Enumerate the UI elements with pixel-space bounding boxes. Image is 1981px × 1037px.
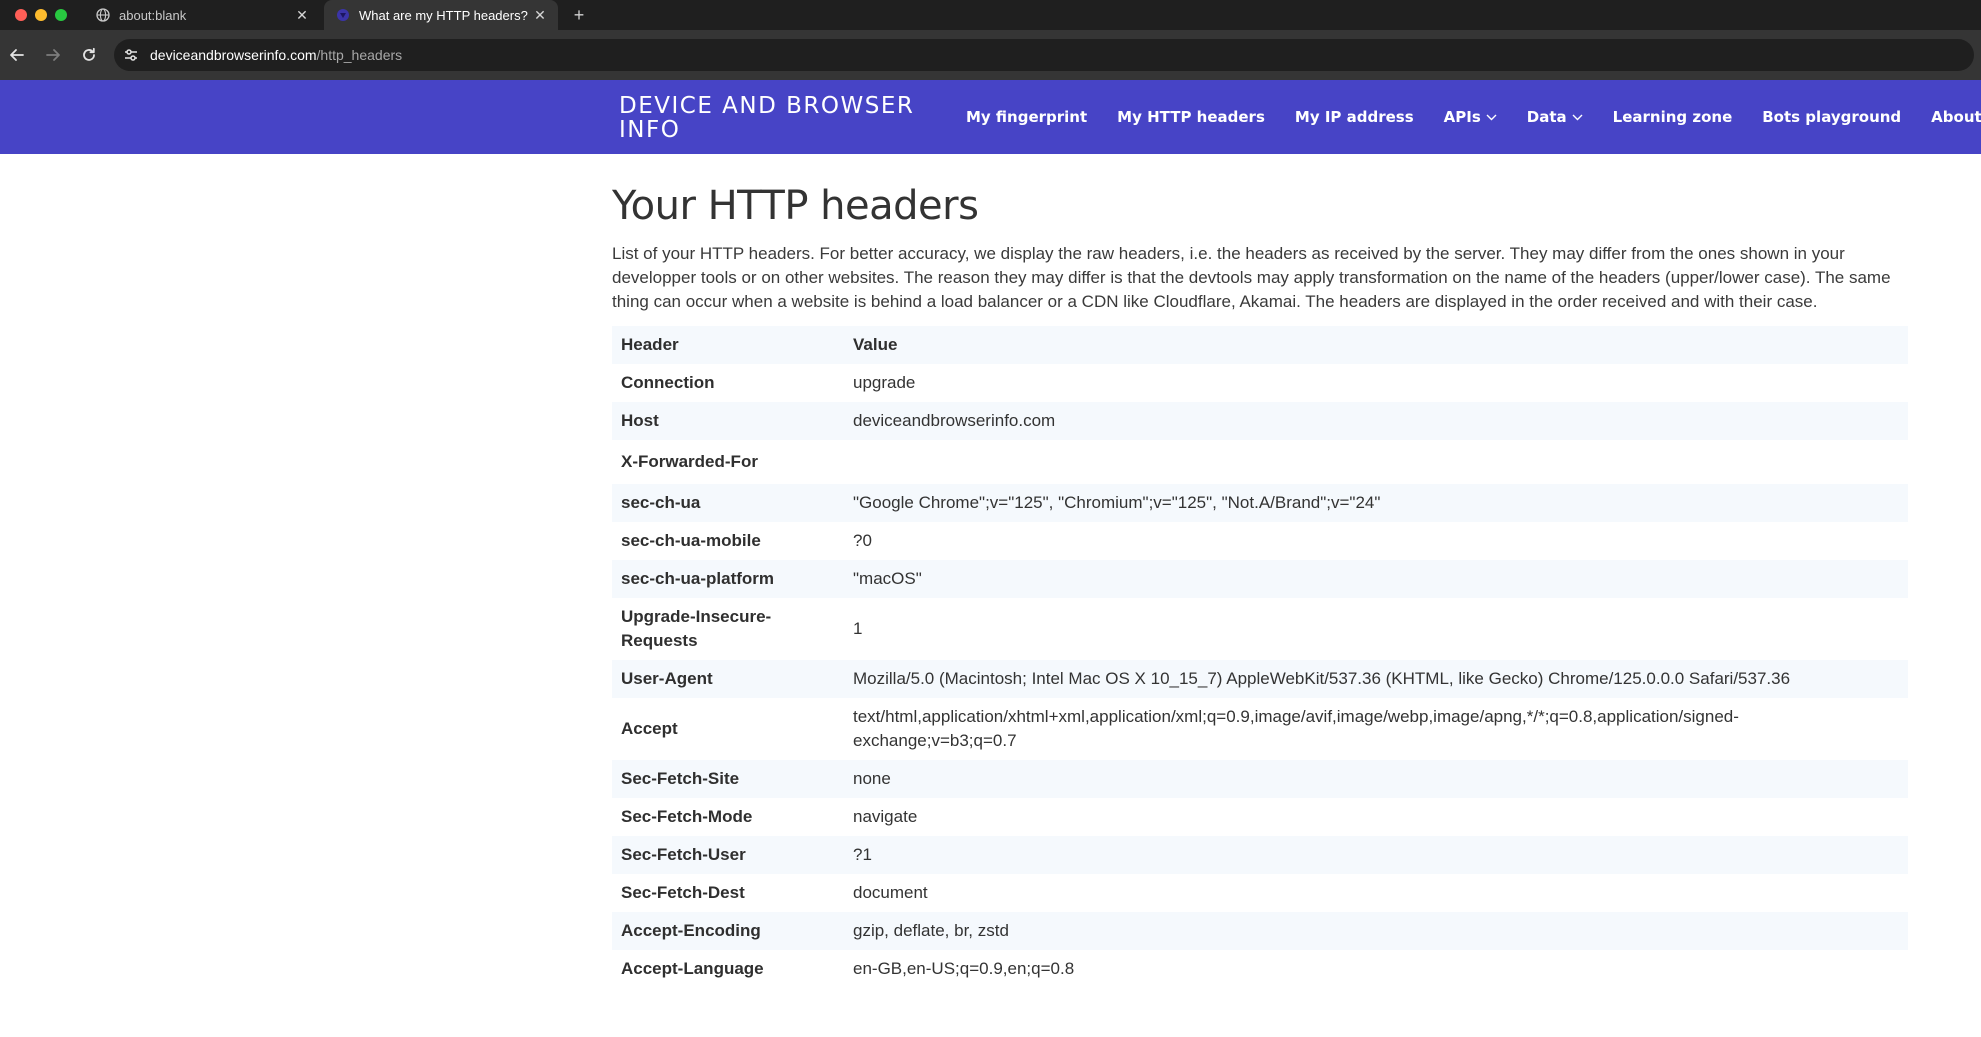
nav-label: Data xyxy=(1526,108,1567,126)
header-name: Sec-Fetch-Mode xyxy=(621,807,753,826)
header-name: Sec-Fetch-User xyxy=(621,845,746,864)
back-arrow-icon[interactable] xyxy=(7,45,27,65)
nav-my-ip-address[interactable]: My IP address xyxy=(1295,108,1414,126)
nav-about[interactable]: About xyxy=(1931,108,1981,126)
new-tab-plus-icon[interactable]: + xyxy=(568,4,590,26)
header-name: Accept-Encoding xyxy=(621,921,761,940)
header-name: sec-ch-ua xyxy=(621,493,701,512)
nav-label: Learning zone xyxy=(1612,108,1733,126)
nav-label: My IP address xyxy=(1294,108,1414,126)
header-value: Mozilla/5.0 (Macintosh; Intel Mac OS X 1… xyxy=(853,669,1791,688)
nav-label: My HTTP headers xyxy=(1117,108,1265,126)
table-row: Accept-Language en-GB,en-US;q=0.9,en;q=0… xyxy=(612,950,1908,988)
header-value: none xyxy=(853,769,891,788)
intro-paragraph: List of your HTTP headers. For better ac… xyxy=(612,244,1891,311)
url-host: deviceandbrowserinfo.com xyxy=(150,47,317,63)
chevron-down-icon xyxy=(1572,114,1583,121)
nav-bots-playground[interactable]: Bots playground xyxy=(1762,108,1901,126)
table-row: Upgrade-Insecure-Requests 1 xyxy=(612,598,1908,660)
column-header-header: Header xyxy=(621,335,679,354)
table-row: sec-ch-ua-mobile ?0 xyxy=(612,522,1908,560)
browser-tab-http-headers[interactable]: What are my HTTP headers? ✕ xyxy=(324,0,558,30)
table-row: X-Forwarded-For xyxy=(612,440,1908,484)
table-row: Sec-Fetch-Site none xyxy=(612,760,1908,798)
maximize-window-button[interactable] xyxy=(55,9,67,21)
header-name: Accept-Language xyxy=(621,959,764,978)
table-header-row: Header Value xyxy=(612,326,1908,364)
table-row: Accept-Encoding gzip, deflate, br, zstd xyxy=(612,912,1908,950)
url-path: /http_headers xyxy=(316,47,403,63)
nav-apis[interactable]: APIs xyxy=(1444,108,1497,126)
browser-tab-about-blank[interactable]: about:blank ✕ xyxy=(84,0,320,30)
header-value: ?0 xyxy=(853,531,872,550)
forward-arrow-icon[interactable] xyxy=(43,45,63,65)
nav-my-http-headers[interactable]: My HTTP headers xyxy=(1117,108,1265,126)
url-text: deviceandbrowserinfo.com/http_headers xyxy=(150,47,402,63)
address-bar[interactable]: deviceandbrowserinfo.com/http_headers xyxy=(114,39,1974,71)
header-value: 1 xyxy=(853,619,863,638)
site-favicon-icon xyxy=(336,8,350,22)
nav-label: Bots playground xyxy=(1762,108,1902,126)
table-row: Sec-Fetch-Mode navigate xyxy=(612,798,1908,836)
header-value: "macOS" xyxy=(853,569,922,588)
site-logo[interactable]: DEVICE AND BROWSER INFO xyxy=(619,94,939,142)
page-title: Your HTTP headers xyxy=(612,183,979,229)
header-value: text/html,application/xhtml+xml,applicat… xyxy=(853,707,1739,750)
close-tab-icon[interactable]: ✕ xyxy=(532,7,548,23)
header-name: Sec-Fetch-Dest xyxy=(621,883,745,902)
redaction-box xyxy=(844,447,974,477)
nav-label: APIs xyxy=(1443,108,1481,126)
header-name: Accept xyxy=(621,719,678,738)
main-content: Your HTTP headers List of your HTTP head… xyxy=(612,154,1908,988)
header-value: upgrade xyxy=(853,373,916,392)
reload-icon[interactable] xyxy=(79,45,99,65)
header-value-redacted xyxy=(844,440,1908,484)
globe-icon xyxy=(96,8,110,22)
table-row: sec-ch-ua "Google Chrome";v="125", "Chro… xyxy=(612,484,1908,522)
main-nav: My fingerprint My HTTP headers My IP add… xyxy=(966,80,1981,154)
site-settings-icon[interactable] xyxy=(122,46,140,64)
header-name: X-Forwarded-For xyxy=(621,452,758,471)
nav-data[interactable]: Data xyxy=(1527,108,1583,126)
nav-learning-zone[interactable]: Learning zone xyxy=(1613,108,1733,126)
header-value: navigate xyxy=(853,807,918,826)
table-row: Connection upgrade xyxy=(612,364,1908,402)
nav-my-fingerprint[interactable]: My fingerprint xyxy=(966,108,1087,126)
close-window-button[interactable] xyxy=(15,9,27,21)
close-tab-icon[interactable]: ✕ xyxy=(294,7,310,23)
header-value: ?1 xyxy=(853,845,872,864)
header-name: Upgrade-Insecure-Requests xyxy=(621,607,772,650)
table-row: User-Agent Mozilla/5.0 (Macintosh; Intel… xyxy=(612,660,1908,698)
minimize-window-button[interactable] xyxy=(35,9,47,21)
table-row: Host deviceandbrowserinfo.com xyxy=(612,402,1908,440)
tab-title: What are my HTTP headers? xyxy=(359,7,528,23)
nav-label: My fingerprint xyxy=(966,108,1088,126)
http-headers-table: Header Value Connection upgrade Host dev… xyxy=(612,326,1908,988)
header-name: Sec-Fetch-Site xyxy=(621,769,740,788)
table-row: Sec-Fetch-User ?1 xyxy=(612,836,1908,874)
browser-tab-bar: about:blank ✕ What are my HTTP headers? … xyxy=(0,0,1981,30)
table-row: sec-ch-ua-platform "macOS" xyxy=(612,560,1908,598)
header-value: document xyxy=(853,883,928,902)
header-value: "Google Chrome";v="125", "Chromium";v="1… xyxy=(853,493,1381,512)
chevron-down-icon xyxy=(1486,114,1497,121)
header-name: Connection xyxy=(621,373,715,392)
table-row: Accept text/html,application/xhtml+xml,a… xyxy=(612,698,1908,760)
header-name: User-Agent xyxy=(621,669,713,688)
header-name: sec-ch-ua-platform xyxy=(621,569,775,588)
site-header: DEVICE AND BROWSER INFO My fingerprint M… xyxy=(0,80,1981,154)
browser-toolbar: deviceandbrowserinfo.com/http_headers xyxy=(0,30,1981,80)
header-name: sec-ch-ua-mobile xyxy=(621,531,761,550)
table-row: Sec-Fetch-Dest document xyxy=(612,874,1908,912)
header-value: deviceandbrowserinfo.com xyxy=(853,411,1056,430)
header-value: gzip, deflate, br, zstd xyxy=(853,921,1009,940)
column-header-value: Value xyxy=(853,335,898,354)
header-name: Host xyxy=(621,411,659,430)
nav-label: About xyxy=(1931,108,1981,126)
header-value: en-GB,en-US;q=0.9,en;q=0.8 xyxy=(853,959,1075,978)
tab-title: about:blank xyxy=(119,7,187,23)
